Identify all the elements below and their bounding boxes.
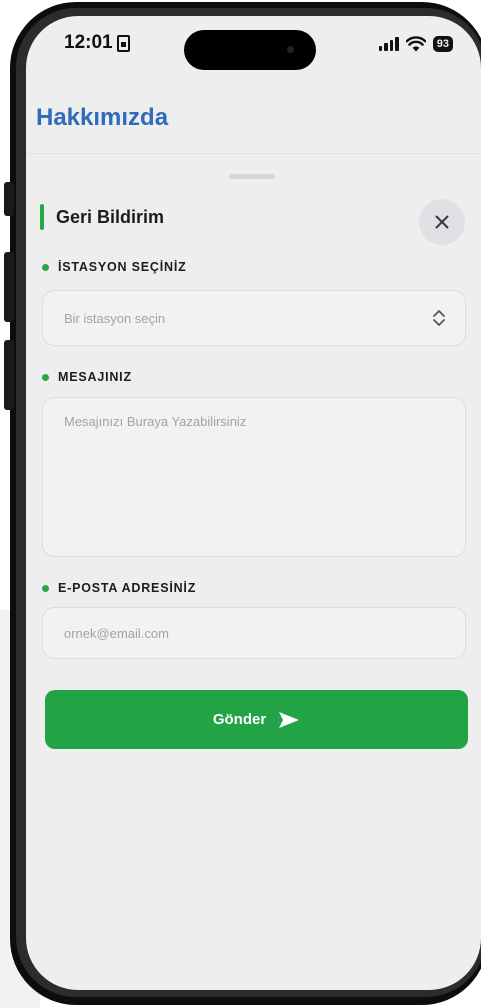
- label-dot-icon: [42, 263, 49, 271]
- email-field-label: E-POSTA ADRESİNİZ: [42, 581, 196, 595]
- volume-down-button: [4, 340, 14, 410]
- message-textarea[interactable]: [42, 397, 466, 557]
- wifi-icon: [405, 36, 426, 52]
- status-time: 12:01: [64, 32, 130, 54]
- dynamic-island: [184, 30, 316, 70]
- app-header: Hakkımızda: [26, 86, 481, 154]
- station-label-text: İSTASYON SEÇİNİZ: [58, 260, 187, 274]
- front-camera-icon: [287, 46, 294, 53]
- page-title: Hakkımızda: [36, 104, 169, 131]
- submit-button-label: Gönder: [212, 711, 267, 728]
- sheet-title-row: Geri Bildirim: [40, 204, 164, 230]
- chevron-up-down-icon: [433, 310, 445, 326]
- volume-up-button: [4, 252, 14, 322]
- label-dot-icon: [42, 584, 49, 592]
- status-bar: 12:01 93: [26, 16, 481, 74]
- close-button[interactable]: [419, 199, 465, 245]
- close-icon: [435, 215, 449, 229]
- station-select[interactable]: Bir istasyon seçin: [42, 290, 466, 346]
- sheet-title: Geri Bildirim: [56, 206, 165, 227]
- title-accent-bar: [40, 204, 44, 230]
- station-field-label: İSTASYON SEÇİNİZ: [42, 260, 187, 274]
- email-label-text: E-POSTA ADRESİNİZ: [58, 581, 197, 595]
- sheet-grabber[interactable]: [229, 174, 275, 179]
- message-label-text: MESAJINIZ: [58, 370, 132, 384]
- status-time-label: 12:01: [64, 32, 113, 53]
- status-indicators: 93: [378, 36, 453, 52]
- cellular-signal-icon: [378, 37, 399, 51]
- station-select-placeholder: Bir istasyon seçin: [64, 310, 166, 326]
- phone-screen: 12:01 93 Hakkımızda Geri Bildirim İSTASY…: [26, 16, 481, 990]
- send-icon: [279, 711, 300, 728]
- message-field-label: MESAJINIZ: [42, 370, 132, 384]
- label-dot-icon: [42, 373, 49, 381]
- battery-level-badge: 93: [432, 36, 453, 52]
- email-input[interactable]: [42, 607, 466, 659]
- mute-switch: [4, 182, 14, 216]
- sim-card-icon: [116, 34, 130, 52]
- submit-button[interactable]: Gönder: [45, 690, 468, 749]
